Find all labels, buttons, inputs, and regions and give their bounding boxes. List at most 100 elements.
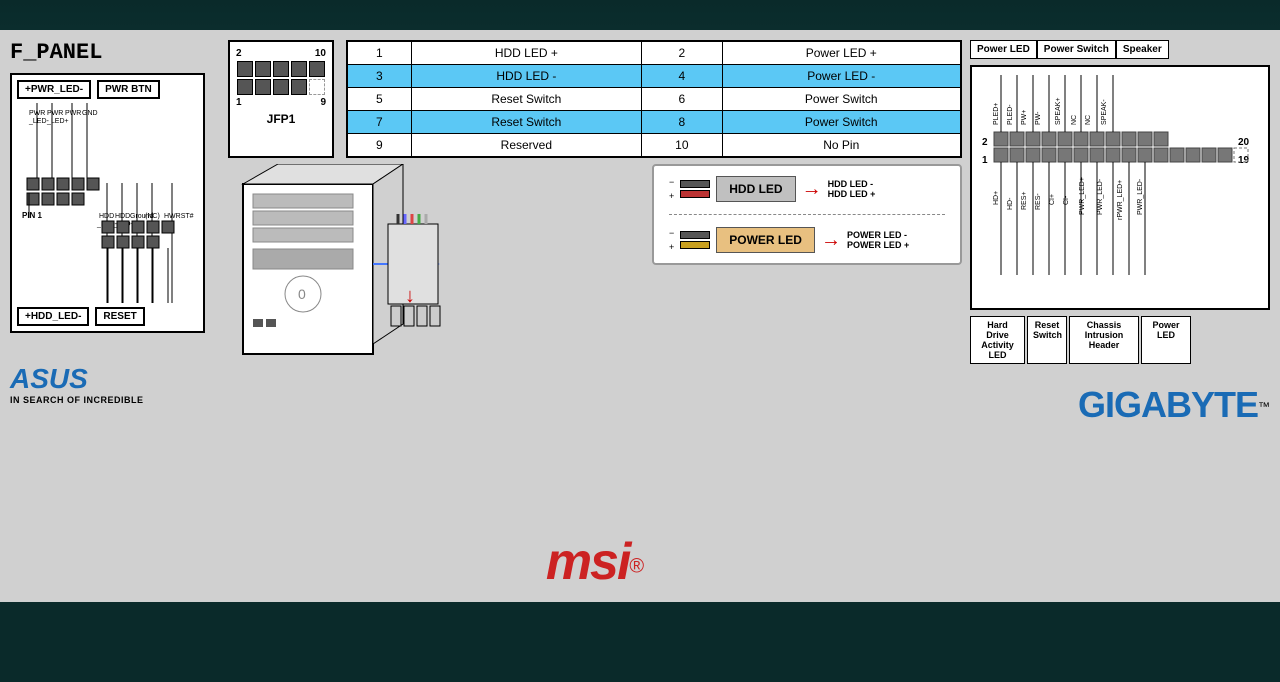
- svg-text:1: 1: [982, 155, 988, 166]
- power-connector-1: [680, 231, 710, 239]
- svg-text:PW-: PW-: [1035, 111, 1042, 125]
- msi-logo-text: msi: [546, 533, 630, 591]
- msi-registered: ®: [629, 556, 644, 578]
- power-minus: −: [669, 228, 674, 238]
- power-polarity: − +: [669, 228, 674, 252]
- fpanel-wiring-svg: PWR _LED- PWR _LED+ PWR GND: [17, 103, 197, 303]
- label-reset-switch-5: Reset Switch: [411, 88, 642, 111]
- svg-text:RES+: RES+: [1021, 192, 1028, 210]
- label-power-switch-6: Power Switch: [722, 88, 961, 111]
- power-led-plus-label: POWER LED +: [847, 240, 909, 250]
- top-buttons: +PWR_LED- PWR BTN: [17, 80, 198, 99]
- pin-10: 10: [642, 134, 722, 158]
- power-plus: +: [669, 242, 674, 252]
- svg-text:↓: ↓: [405, 285, 415, 307]
- connectors-plug-svg: JFP1 ↓: [383, 214, 463, 334]
- table-row-2-highlighted: 3 HDD LED - 4 Power LED -: [347, 65, 961, 88]
- bottom-buttons: +HDD_LED- RESET: [17, 307, 198, 326]
- main-content: F_PANEL +PWR_LED- PWR BTN: [0, 30, 1280, 602]
- power-chip-label: POWER LED: [716, 227, 815, 253]
- gb-section-labels: Hard Drive Activity LED Reset Switch Cha…: [970, 316, 1270, 364]
- svg-text:CI-: CI-: [1063, 195, 1070, 205]
- svg-text:HD+: HD+: [993, 191, 1000, 205]
- gb-header-power-led: Power LED: [970, 40, 1037, 59]
- pin-3: 3: [347, 65, 411, 88]
- label-power-led-plus: Power LED +: [722, 41, 961, 65]
- power-right-labels: POWER LED - POWER LED +: [847, 230, 909, 250]
- svg-text:PWR_LED-: PWR_LED-: [1137, 178, 1144, 215]
- msi-logo-area: msi®: [228, 532, 962, 592]
- label-hdd-led-minus: HDD LED -: [411, 65, 642, 88]
- hdd-plus: +: [669, 191, 674, 201]
- label-power-switch-8: Power Switch: [722, 111, 961, 134]
- jfp1-pin: [237, 61, 253, 77]
- hdd-connector-1: [680, 180, 710, 188]
- power-connectors: [680, 231, 710, 249]
- pwr-btn-button: PWR BTN: [97, 80, 160, 99]
- gb-main-diagram: PLED+ PLED- PW+ PW- SPEAK+ NC NC SPEAK- …: [970, 65, 1270, 310]
- svg-text:0: 0: [298, 286, 306, 302]
- table-row-5: 9 Reserved 10 No Pin: [347, 134, 961, 158]
- svg-text:GND: GND: [82, 110, 98, 117]
- led-connector-diagram: − + HDD LED → HDD LED - HDD LED +: [652, 164, 962, 265]
- svg-text:(NC): (NC): [145, 213, 160, 220]
- gb-label-hdd-activity: Hard Drive Activity LED: [970, 316, 1025, 364]
- asus-logo-text: ASUS: [10, 363, 220, 395]
- right-panel: Power LED Power Switch Speaker PLED+ PLE…: [970, 40, 1270, 592]
- svg-text:PWR: PWR: [29, 110, 45, 117]
- svg-text:PW+: PW+: [1021, 110, 1028, 125]
- svg-text:PWR_LED-: PWR_LED-: [1097, 178, 1104, 215]
- pin-2: 2: [642, 41, 722, 65]
- power-connector-2: [680, 241, 710, 249]
- jfp1-pin-empty: [309, 79, 325, 95]
- gigabyte-logo-area: GIGABYTE™: [970, 384, 1270, 426]
- hdd-connector-2: [680, 190, 710, 198]
- label-power-led-minus: Power LED -: [722, 65, 961, 88]
- hdd-connectors: [680, 180, 710, 198]
- fpanel-diagram: +PWR_LED- PWR BTN: [10, 73, 205, 333]
- svg-text:PWR: PWR: [47, 110, 63, 117]
- svg-text:PLED-: PLED-: [1007, 104, 1014, 125]
- hdd-right-labels: HDD LED - HDD LED +: [828, 179, 876, 199]
- jfp1-label: JFP1: [267, 112, 296, 126]
- svg-text:CI+: CI+: [1049, 194, 1056, 205]
- col-bottom-left: 1: [236, 97, 242, 108]
- pin-9: 9: [347, 134, 411, 158]
- jfp1-pin: [273, 61, 289, 77]
- svg-text:SPEAK-: SPEAK-: [1101, 99, 1108, 125]
- left-panel: F_PANEL +PWR_LED- PWR BTN: [10, 40, 220, 592]
- svg-text:rPWR_LED+: rPWR_LED+: [1117, 180, 1124, 220]
- table-row-1: 1 HDD LED + 2 Power LED +: [347, 41, 961, 65]
- jfp1-pin: [237, 79, 253, 95]
- svg-text:PIN 1: PIN 1: [22, 211, 43, 220]
- pwr-led-button: +PWR_LED-: [17, 80, 91, 99]
- pin-6: 6: [642, 88, 722, 111]
- gb-label-reset-switch: Reset Switch: [1027, 316, 1067, 364]
- jfp1-table: 1 HDD LED + 2 Power LED + 3 HDD LED - 4 …: [346, 40, 962, 158]
- pin-5: 5: [347, 88, 411, 111]
- svg-text:SPEAK+: SPEAK+: [1055, 98, 1062, 125]
- power-led-minus-label: POWER LED -: [847, 230, 909, 240]
- power-arrow: →: [821, 229, 841, 252]
- pin-1: 1: [347, 41, 411, 65]
- label-reserved: Reserved: [411, 134, 642, 158]
- svg-text:HDD: HDD: [99, 213, 114, 220]
- svg-text:20: 20: [1238, 137, 1250, 148]
- svg-text:HDD: HDD: [115, 213, 130, 220]
- col-top-right: 10: [315, 48, 326, 59]
- gb-label-chassis-intrusion: Chassis Intrusion Header: [1069, 316, 1139, 364]
- gigabyte-trademark: ™: [1258, 400, 1270, 414]
- gb-label-power-led: Power LED: [1141, 316, 1191, 364]
- pin-4: 4: [642, 65, 722, 88]
- svg-text:PLED+: PLED+: [993, 103, 1000, 125]
- svg-text:HWRST#: HWRST#: [164, 213, 194, 220]
- jfp1-pin: [273, 79, 289, 95]
- label-no-pin: No Pin: [722, 134, 961, 158]
- jfp1-connector-visual: 2 10 1 9: [228, 40, 334, 158]
- label-hdd-led-plus: HDD LED +: [411, 41, 642, 65]
- hdd-chip-label: HDD LED: [716, 176, 795, 202]
- hdd-minus: −: [669, 177, 674, 187]
- svg-text:HD-: HD-: [1007, 197, 1014, 210]
- pc-tower-area: 0: [228, 164, 448, 384]
- reset-button: RESET: [95, 307, 144, 326]
